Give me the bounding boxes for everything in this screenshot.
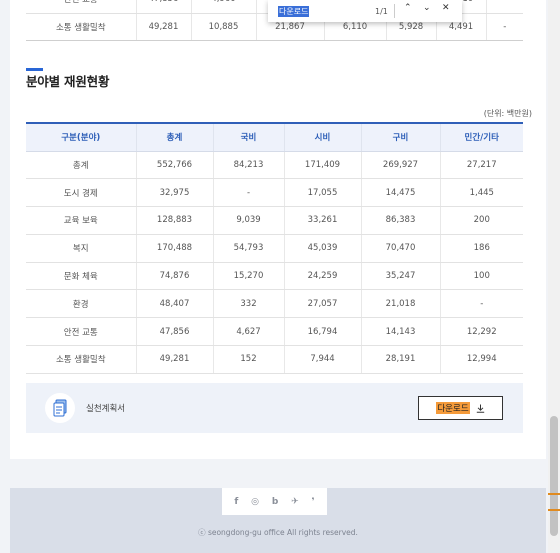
table-cell: 552,766 [136,151,214,180]
scrollbar[interactable] [548,0,560,553]
copyright: ⓒ seongdong-gu office All rights reserve… [198,528,358,537]
table-cell: 128,883 [136,206,214,235]
table-cell: 16,794 [284,317,362,347]
table-cell: 170,488 [136,234,214,263]
footer: f ◎ b ✈ ❜ ⓒ seongdong-gu office All righ… [10,488,546,553]
download-button-label: 다운로드 [436,402,470,414]
column-header: 구비 [361,122,441,152]
table-cell: 84,213 [213,151,285,180]
find-bar: 다운로드 1/1 ⌃ ⌄ ✕ [268,0,462,22]
table-cell: 32,975 [136,178,214,208]
table-cell: - [440,289,523,319]
table-cell: 24,259 [284,262,362,291]
table-row: 도시 경제 32,975-17,055 14,475 1,445 [26,178,523,208]
table-row: 소통 생활밀착 49,281 152 7,944 28,191 12,994 [26,345,523,374]
scrollbar-thumb[interactable] [550,416,558,536]
table-cell: 27,217 [440,151,523,180]
chevron-up-icon[interactable]: ⌃ [404,3,412,13]
table-cell: 15,270 [213,262,285,291]
content-card: 안전 교통47,8564,96015,94,110- 소통 생활밀착49,281… [10,0,546,459]
table-cell: 7,944 [284,345,362,374]
column-header: 국비 [213,122,285,152]
table-cell: 100 [440,262,523,291]
table-cell: 14,143 [361,317,441,347]
table-cell: 54,793 [213,234,285,263]
kakao-icon[interactable]: ❜ [311,497,314,507]
table-header-row: 구분(분야) 총계 국비 시비 구비 민간/기타 [26,122,523,152]
table-cell: 186 [440,234,523,263]
instagram-icon[interactable]: ◎ [251,497,259,507]
table-cell: 도시 경제 [26,178,137,208]
table-cell: 교육 보육 [26,206,137,235]
table-cell: 86,383 [361,206,441,235]
table-cell: 14,475 [361,178,441,208]
table-cell: 28,191 [361,345,441,374]
blog-icon[interactable]: b [272,497,278,507]
table-cell: 45,039 [284,234,362,263]
table-row: 문화 체육 74,876 15,270 24,259 35,247 100 [26,262,523,291]
find-marker [548,509,560,511]
facebook-icon[interactable]: f [234,497,238,507]
table-cell: 47,856 [136,317,214,347]
table-cell: - [213,178,285,208]
document-icon [45,393,75,423]
table-cell: 171,409 [284,151,362,180]
table-row: 복지 170,488 54,793 45,039 70,470 186 [26,234,523,263]
table-row: 환경 48,407 332 27,057 21,018- [26,289,523,319]
find-count: 1/1 [375,6,388,16]
table-row: 교육 보육 128,883 9,039 33,261 86,383 200 [26,206,523,235]
table-cell: 9,039 [213,206,285,235]
table-cell: 27,057 [284,289,362,319]
column-header: 총계 [136,122,214,152]
table-cell: 200 [440,206,523,235]
table-cell: 332 [213,289,285,319]
table-cell: 소통 생활밀착 [26,345,137,374]
table-cell: 4,627 [213,317,285,347]
table-cell: 17,055 [284,178,362,208]
table-cell: 152 [213,345,285,374]
download-panel: 실천계획서 다운로드 [26,383,523,433]
find-marker [548,493,560,495]
table-cell: 48,407 [136,289,214,319]
table-cell: 문화 체육 [26,262,137,291]
column-header: 민간/기타 [440,122,523,152]
chevron-down-icon[interactable]: ⌄ [423,3,431,13]
table-cell: 안전 교통 [26,317,137,347]
section-title: 분야별 재원현황 [26,74,110,89]
table-cell: 12,292 [440,317,523,347]
social-links: f ◎ b ✈ ❜ [222,488,327,515]
unit-label: (단위: 백만원) [483,109,532,118]
table-cell: 12,994 [440,345,523,374]
table-cell: 21,018 [361,289,441,319]
find-input[interactable]: 다운로드 [278,5,310,17]
table-cell: 1,445 [440,178,523,208]
divider [394,4,395,18]
table-row: 안전 교통 47,856 4,627 16,794 14,143 12,292 [26,317,523,347]
table-cell: 70,470 [361,234,441,263]
column-header: 구분(분야) [26,122,137,152]
column-header: 시비 [284,122,362,152]
table-cell: 총계 [26,151,137,180]
table-cell: 33,261 [284,206,362,235]
table-cell: 35,247 [361,262,441,291]
table-cell: 49,281 [136,345,214,374]
download-icon [476,404,484,413]
table-row: 총계 552,766 84,213 171,409 269,927 27,217 [26,151,523,180]
close-icon[interactable]: ✕ [442,3,450,13]
download-button[interactable]: 다운로드 [418,396,503,420]
table-cell: 269,927 [361,151,441,180]
table-cell: 74,876 [136,262,214,291]
table-cell: 환경 [26,289,137,319]
document-label: 실천계획서 [86,404,126,414]
funding-table: 구분(분야) 총계 국비 시비 구비 민간/기타 총계 552,766 84,213… [26,122,523,374]
table-cell: 복지 [26,234,137,263]
twitter-icon[interactable]: ✈ [291,497,299,507]
